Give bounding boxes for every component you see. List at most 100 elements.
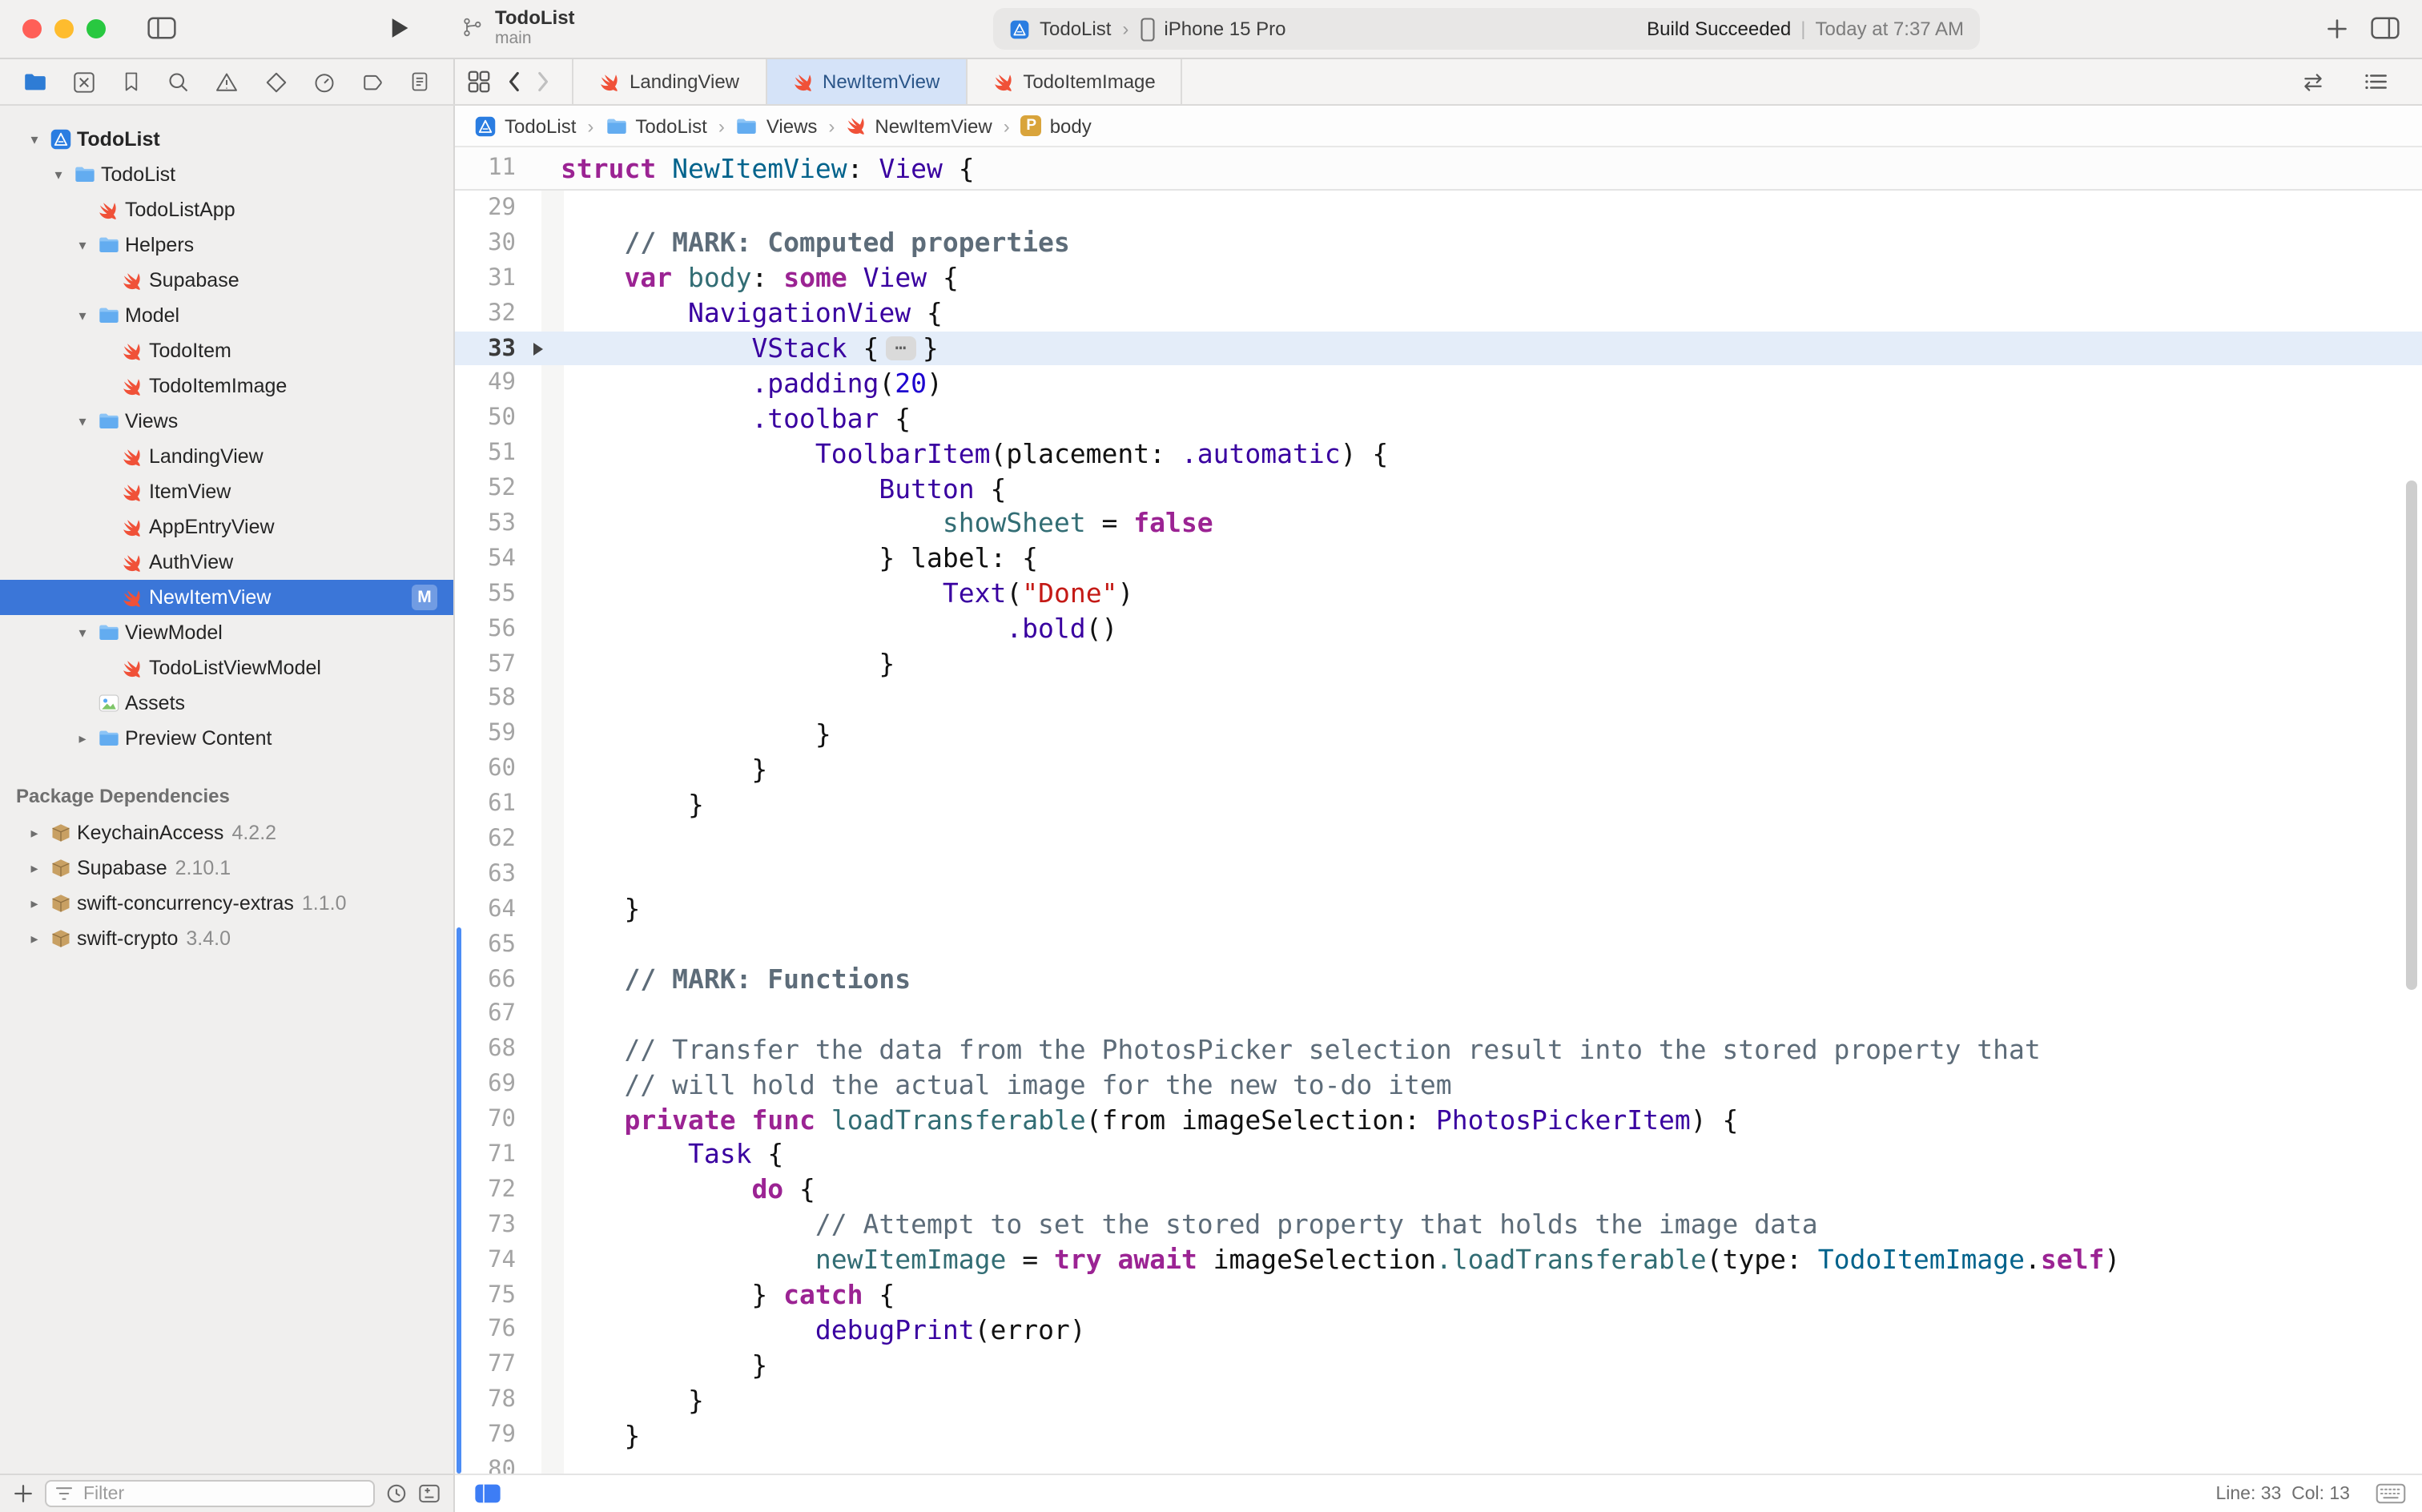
jumpbar-item-body[interactable]: Pbody <box>1021 115 1092 137</box>
tab-TodoItemImage[interactable]: TodoItemImage <box>967 59 1182 104</box>
code-line-78[interactable]: 78 } <box>455 1383 2422 1418</box>
line-number[interactable]: 79 <box>455 1422 529 1448</box>
tree-item-TodoList[interactable]: ▾TodoList <box>0 157 453 192</box>
code-line-63[interactable]: 63 <box>455 857 2422 892</box>
fold-ribbon-cell[interactable] <box>529 717 551 752</box>
code-line-54[interactable]: 54 } label: { <box>455 541 2422 577</box>
code-line-51[interactable]: 51 ToolbarItem(placement: .automatic) { <box>455 436 2422 471</box>
code-line-31[interactable]: 31 var body: some View { <box>455 261 2422 296</box>
fold-ribbon-cell[interactable] <box>529 1137 551 1172</box>
tree-item-Preview Content[interactable]: ▸Preview Content <box>0 721 453 756</box>
code-review-button[interactable] <box>2300 71 2326 92</box>
disclosure-triangle[interactable]: ▾ <box>46 166 70 183</box>
line-number[interactable]: 29 <box>455 195 529 221</box>
line-number[interactable]: 52 <box>455 476 529 501</box>
editor-overview-button[interactable] <box>468 70 490 93</box>
tree-item-NewItemView[interactable]: NewItemViewM <box>0 580 453 615</box>
fold-ribbon-cell[interactable] <box>529 646 551 682</box>
code-line-59[interactable]: 59 } <box>455 717 2422 752</box>
line-number[interactable]: 11 <box>455 155 529 181</box>
go-back-button[interactable] <box>506 70 521 93</box>
line-number[interactable]: 32 <box>455 300 529 326</box>
package-swift-concurrency-extras[interactable]: ▸swift-concurrency-extras1.1.0 <box>0 886 453 921</box>
line-number[interactable]: 80 <box>455 1458 529 1474</box>
fold-ribbon-cell[interactable] <box>529 1032 551 1068</box>
code-line-55[interactable]: 55 Text("Done") <box>455 577 2422 612</box>
run-button[interactable] <box>389 16 410 40</box>
minimize-window-button[interactable] <box>54 19 74 38</box>
tree-item-ViewModel[interactable]: ▾ViewModel <box>0 615 453 650</box>
fold-ribbon-cell[interactable] <box>529 752 551 787</box>
add-file-button[interactable] <box>13 1483 34 1504</box>
tab-LandingView[interactable]: LandingView <box>572 59 766 104</box>
code-line-72[interactable]: 72 do { <box>455 1172 2422 1208</box>
breakpoints-navigator-tab[interactable] <box>360 70 384 94</box>
fold-ribbon-cell[interactable] <box>529 261 551 296</box>
line-number[interactable]: 57 <box>455 651 529 677</box>
code-line-56[interactable]: 56 .bold() <box>455 611 2422 646</box>
disclosure-triangle[interactable]: ▸ <box>22 930 46 947</box>
tree-item-Supabase[interactable]: Supabase <box>0 263 453 298</box>
code-line-61[interactable]: 61 } <box>455 786 2422 822</box>
disclosure-triangle[interactable]: ▾ <box>22 131 46 148</box>
code-editor[interactable]: 11struct NewItemView: View { 29 30 // MAR… <box>455 147 2422 1474</box>
code-line-79[interactable]: 79 } <box>455 1418 2422 1453</box>
tests-navigator-tab[interactable] <box>264 70 288 94</box>
line-number[interactable]: 30 <box>455 231 529 256</box>
fold-ribbon-cell[interactable] <box>529 611 551 646</box>
fold-ribbon-cell[interactable] <box>529 1102 551 1137</box>
code-line-11[interactable]: 11struct NewItemView: View { <box>455 147 2422 189</box>
line-number[interactable]: 67 <box>455 1002 529 1027</box>
fold-ribbon-cell[interactable] <box>529 962 551 997</box>
debug-navigator-tab[interactable] <box>312 70 336 94</box>
line-number[interactable]: 64 <box>455 897 529 923</box>
fold-arrow-icon[interactable] <box>533 342 543 355</box>
line-number[interactable]: 51 <box>455 440 529 466</box>
code-line-33[interactable]: 33 VStack {⋯} <box>455 331 2422 366</box>
code-line-67[interactable]: 67 <box>455 997 2422 1032</box>
line-number[interactable]: 53 <box>455 511 529 537</box>
fold-ribbon-cell[interactable] <box>529 1383 551 1418</box>
tree-item-TodoListViewModel[interactable]: TodoListViewModel <box>0 650 453 686</box>
fold-ribbon-cell[interactable] <box>529 1172 551 1208</box>
go-forward-button[interactable] <box>537 70 551 93</box>
fold-ribbon-cell[interactable] <box>529 331 551 366</box>
code-line-30[interactable]: 30 // MARK: Computed properties <box>455 226 2422 261</box>
filter-field[interactable] <box>45 1480 375 1507</box>
fold-ribbon-cell[interactable] <box>529 401 551 436</box>
tree-item-Views[interactable]: ▾Views <box>0 404 453 439</box>
line-number[interactable]: 49 <box>455 371 529 396</box>
fold-ribbon-cell[interactable] <box>529 1313 551 1348</box>
scm-status-filter-button[interactable] <box>418 1483 441 1504</box>
project-navigator-tab[interactable] <box>22 69 47 94</box>
fold-ribbon-cell[interactable] <box>529 366 551 401</box>
issues-navigator-tab[interactable] <box>215 70 239 94</box>
editor-scrollbar[interactable] <box>2406 481 2417 990</box>
tree-item-LandingView[interactable]: LandingView <box>0 439 453 474</box>
reports-navigator-tab[interactable] <box>409 70 432 93</box>
jumpbar-item-Views[interactable]: Views <box>736 115 818 137</box>
line-number[interactable]: 61 <box>455 791 529 817</box>
tree-item-AppEntryView[interactable]: AppEntryView <box>0 509 453 545</box>
disclosure-triangle[interactable]: ▾ <box>70 412 95 430</box>
tree-item-TodoList[interactable]: ▾TodoList <box>0 122 453 157</box>
fold-ribbon-cell[interactable] <box>529 226 551 261</box>
code-line-53[interactable]: 53 showSheet = false <box>455 506 2422 541</box>
tree-item-AuthView[interactable]: AuthView <box>0 545 453 580</box>
line-number[interactable]: 74 <box>455 1247 529 1273</box>
filter-input[interactable] <box>80 1482 365 1505</box>
code-line-58[interactable]: 58 <box>455 682 2422 717</box>
tree-item-Model[interactable]: ▾Model <box>0 298 453 333</box>
code-line-65[interactable]: 65 <box>455 927 2422 962</box>
fold-ribbon-cell[interactable] <box>529 506 551 541</box>
line-number[interactable]: 33 <box>455 336 529 361</box>
code-line-70[interactable]: 70 private func loadTransferable(from im… <box>455 1102 2422 1137</box>
code-line-57[interactable]: 57 } <box>455 646 2422 682</box>
line-number[interactable]: 55 <box>455 581 529 606</box>
line-number[interactable]: 66 <box>455 967 529 992</box>
zoom-window-button[interactable] <box>86 19 106 38</box>
activity-view[interactable]: TodoList › iPhone 15 Pro Build Succeeded… <box>993 8 1980 50</box>
jumpbar-item-TodoList[interactable]: TodoList <box>605 115 706 137</box>
jumpbar-item-NewItemView[interactable]: NewItemView <box>846 115 992 137</box>
code-line-60[interactable]: 60 } <box>455 752 2422 787</box>
